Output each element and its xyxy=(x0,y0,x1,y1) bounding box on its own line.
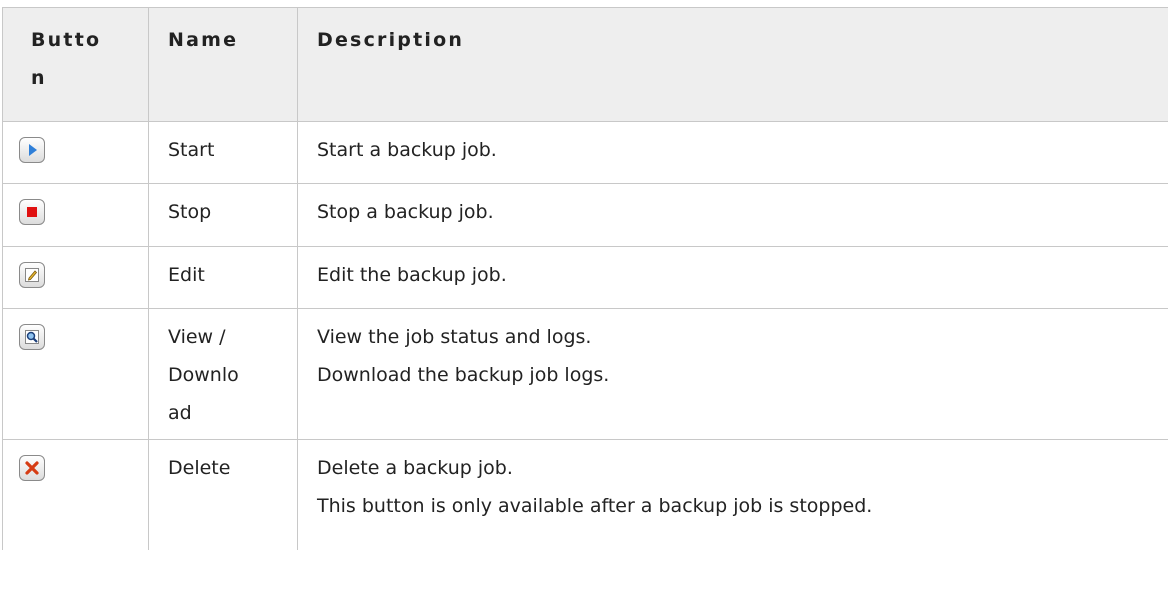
description-text: Stop a backup job. xyxy=(317,201,494,223)
name-text: Edit xyxy=(168,264,205,286)
description-cell: Stop a backup job. xyxy=(298,184,1168,246)
edit-icon[interactable] xyxy=(19,262,45,288)
name-text: View / xyxy=(168,326,226,348)
table-row: Stop Stop a backup job. xyxy=(2,184,1168,247)
table-row: Edit Edit the backup job. xyxy=(2,247,1168,309)
delete-icon[interactable] xyxy=(19,455,45,481)
name-text: Downlo xyxy=(168,364,239,386)
description-text: Delete a backup job. xyxy=(317,457,513,479)
header-button: Butto n xyxy=(2,8,149,121)
name-cell: Start xyxy=(149,122,298,183)
description-cell: Edit the backup job. xyxy=(298,247,1168,308)
table-row: Delete Delete a backup job. This button … xyxy=(2,440,1168,550)
name-cell: Edit xyxy=(149,247,298,308)
magnifier-icon[interactable] xyxy=(19,324,45,350)
table-row: View / Downlo ad View the job status and… xyxy=(2,309,1168,440)
stop-icon[interactable] xyxy=(19,199,45,225)
button-cell xyxy=(2,247,149,308)
name-cell: Delete xyxy=(149,440,298,550)
description-text: Start a backup job. xyxy=(317,139,497,161)
button-cell xyxy=(2,184,149,246)
name-text: Stop xyxy=(168,201,212,223)
button-cell xyxy=(2,440,149,550)
description-cell: View the job status and logs. Download t… xyxy=(298,309,1168,439)
button-cell xyxy=(2,309,149,439)
description-cell: Start a backup job. xyxy=(298,122,1168,183)
description-text: This button is only available after a ba… xyxy=(317,495,873,517)
description-cell: Delete a backup job. This button is only… xyxy=(298,440,1168,550)
header-button-line-2: n xyxy=(31,67,47,89)
play-icon[interactable] xyxy=(19,137,45,163)
table-header-row: Butto n Name Description xyxy=(2,8,1168,122)
description-text: View the job status and logs. xyxy=(317,326,592,348)
button-cell xyxy=(2,122,149,183)
description-text: Edit the backup job. xyxy=(317,264,507,286)
header-description: Description xyxy=(317,29,465,51)
name-cell: Stop xyxy=(149,184,298,246)
name-cell: View / Downlo ad xyxy=(149,309,298,439)
table-row: Start Start a backup job. xyxy=(2,122,1168,184)
name-text: Delete xyxy=(168,457,231,479)
name-text: Start xyxy=(168,139,215,161)
description-text: Download the backup job logs. xyxy=(317,364,610,386)
header-name: Name xyxy=(149,8,298,121)
button-reference-table: Butto n Name Description Start Start a b… xyxy=(2,7,1168,550)
header-button-line-1: Butto xyxy=(31,29,102,51)
name-text: ad xyxy=(168,402,192,424)
